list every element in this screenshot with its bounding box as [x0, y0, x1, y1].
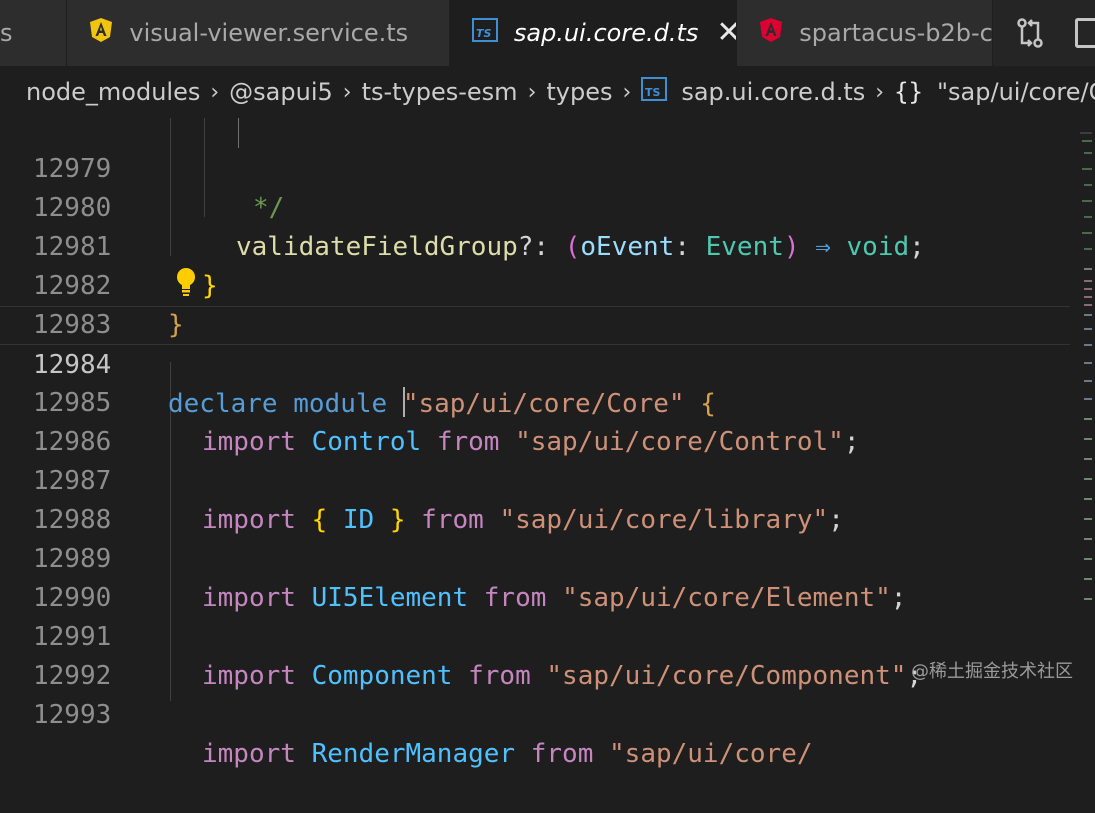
code-line: 12981 } [0, 189, 1070, 301]
tab-sap-ui-core-d-ts[interactable]: TS sap.ui.core.d.ts ✕ [449, 0, 738, 66]
code-line: 12987 import { ID } from "sap/ui/core/li… [0, 423, 1070, 535]
module-symbol-icon: {} [894, 78, 924, 106]
split-editor-icon[interactable] [1075, 18, 1095, 48]
open-changes-icon[interactable] [1015, 17, 1045, 49]
code-line: 12989 import UI5Element from "sap/ui/cor… [0, 501, 1070, 613]
chevron-right-icon: › [342, 79, 352, 105]
angular-icon [759, 17, 783, 49]
code-line: 12985 import Control from "sap/ui/core/C… [0, 345, 1070, 457]
typescript-file-icon: TS [641, 77, 668, 107]
tab-label: spartacus-b2b-co [799, 19, 994, 47]
code-line: 12990 [0, 540, 1070, 613]
editor-tab-bar: s visual-viewer.service.ts TS sap.ui.cor… [0, 0, 1095, 66]
lightbulb-icon[interactable] [175, 267, 197, 301]
chevron-right-icon: › [875, 79, 885, 105]
breadcrumb-symbol[interactable]: "sap/ui/core/C [937, 78, 1095, 106]
tab-label: sap.ui.core.d.ts [513, 19, 699, 47]
code-line: 12980 validateFieldGroup?: (oEvent: Even… [0, 150, 1070, 262]
chevron-right-icon: › [527, 79, 537, 105]
breadcrumb-sapui5[interactable]: @sapui5 [229, 78, 333, 106]
code-line: 12983 [0, 267, 1070, 340]
tab-partial[interactable]: s [0, 0, 68, 66]
keyword-token: import [202, 739, 296, 769]
minimap[interactable] [1070, 118, 1095, 701]
angular-service-icon [89, 17, 113, 49]
svg-text:TS: TS [476, 27, 492, 40]
breadcrumb-types[interactable]: types [546, 78, 612, 106]
watermark-text: @稀土掘金技术社区 [911, 661, 1073, 682]
code-line: 12992 [0, 618, 1070, 691]
code-line: 12986 [0, 384, 1070, 457]
tab-label: visual-viewer.service.ts [129, 19, 409, 47]
code-line: 12982 } [0, 228, 1070, 340]
typescript-file-icon: TS [471, 18, 498, 48]
breadcrumb-ts-types-esm[interactable]: ts-types-esm [362, 78, 518, 106]
code-line: 12979 */ [0, 111, 1070, 223]
code-line: 12988 [0, 462, 1070, 535]
breadcrumb-file[interactable]: sap.ui.core.d.ts [681, 78, 865, 106]
editor-actions [993, 0, 1095, 66]
line-number: 12993 [33, 700, 112, 730]
code-line: 12991 import Component from "sap/ui/core… [0, 579, 1070, 691]
tab-spartacus-b2b[interactable]: spartacus-b2b-co [737, 0, 994, 66]
chevron-right-icon: › [622, 79, 632, 105]
close-icon[interactable]: ✕ [716, 18, 736, 48]
code-editor[interactable]: 12979 */ 12980 validateFieldGroup?: (oEv… [0, 118, 1095, 769]
breadcrumb-node-modules[interactable]: node_modules [26, 78, 200, 106]
tab-visual-viewer-service[interactable]: visual-viewer.service.ts [67, 0, 450, 66]
identifier-token: RenderManager [311, 739, 516, 769]
tab-label: s [0, 19, 13, 47]
svg-text:TS: TS [645, 86, 661, 99]
chevron-right-icon: › [210, 79, 220, 105]
keyword-token: from [530, 739, 594, 769]
code-line-current: 12984 declare module "sap/ui/core/Core" … [0, 306, 1070, 419]
code-line: 12993 import RenderManager from "sap/ui/… [0, 657, 1070, 769]
string-token: "sap/ui/core/ [609, 739, 813, 769]
